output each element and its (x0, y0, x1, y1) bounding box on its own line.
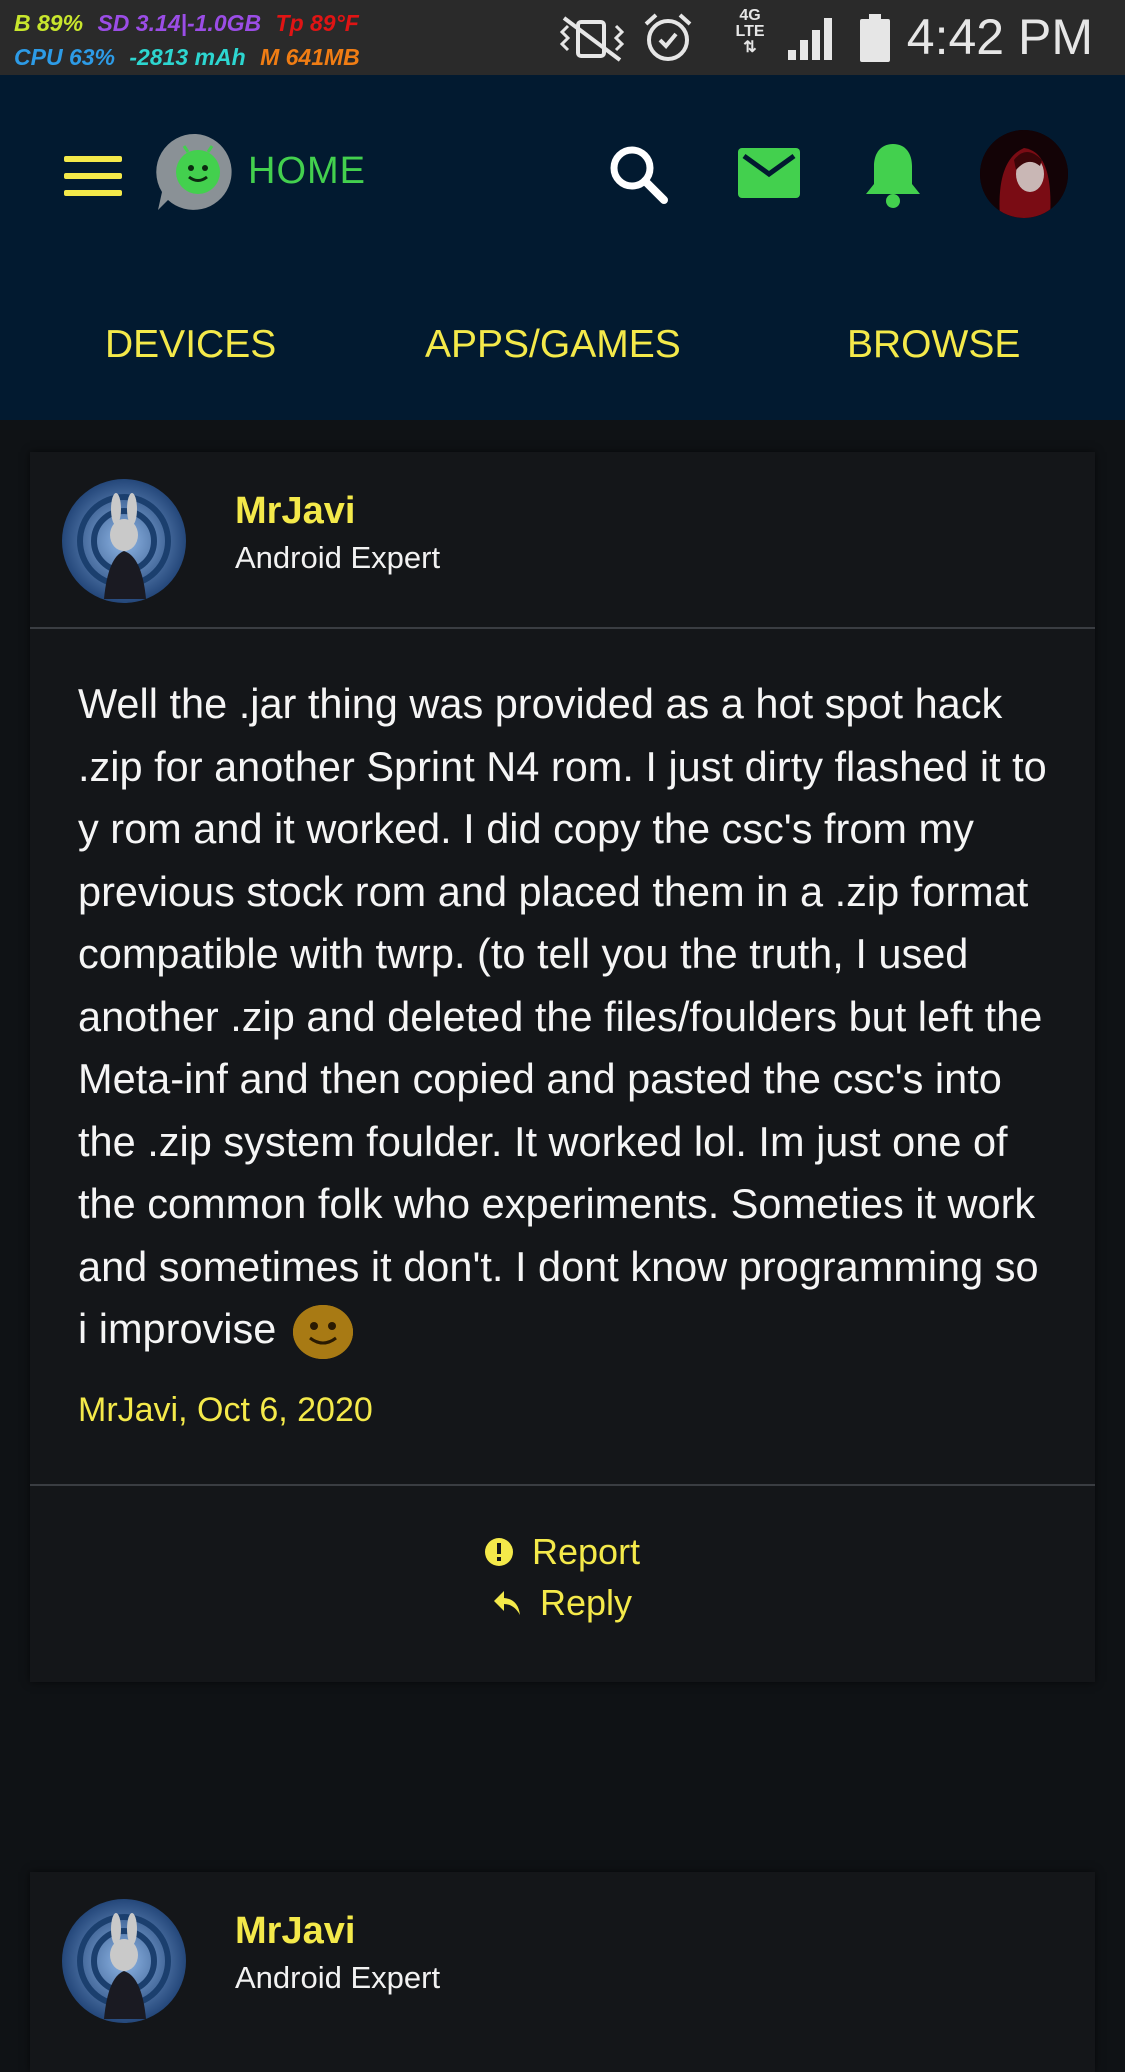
mem-stat: M 641MB (260, 44, 360, 70)
reply-label: Reply (540, 1581, 633, 1623)
signal-icon (788, 18, 832, 60)
smiley-emoji-icon (292, 1305, 353, 1360)
tab-browse[interactable]: BROWSE (847, 323, 1020, 367)
bell-icon[interactable] (862, 140, 924, 210)
author-name[interactable]: MrJavi (235, 490, 355, 533)
forum-logo-icon[interactable] (154, 130, 238, 214)
author-role: Android Expert (235, 540, 441, 575)
post-body: Well the .jar thing was provided as a ho… (30, 629, 1095, 1361)
alarm-icon (644, 13, 692, 61)
reply-arrow-icon (494, 1590, 520, 1615)
battery-icon (860, 14, 890, 62)
report-button[interactable]: Report (484, 1531, 640, 1573)
post-header: MrJavi Android Expert (30, 1872, 1095, 2047)
author-avatar[interactable] (62, 479, 186, 603)
post-header: MrJavi Android Expert (30, 452, 1095, 629)
author-name[interactable]: MrJavi (235, 1910, 355, 1953)
status-bar: B 89% SD 3.14|-1.0GB Tp 89°F CPU 63% -28… (0, 0, 1125, 75)
search-icon[interactable] (606, 142, 670, 206)
alert-icon (485, 1537, 513, 1566)
current-stat: -2813 mAh (129, 44, 246, 70)
mute-vibrate-icon (559, 16, 625, 62)
user-avatar[interactable] (980, 130, 1068, 218)
status-stats-row-1: B 89% SD 3.14|-1.0GB Tp 89°F (14, 10, 367, 37)
sd-stat: SD 3.14|-1.0GB (97, 10, 262, 36)
tab-devices[interactable]: DEVICES (105, 323, 276, 367)
report-label: Report (532, 1530, 641, 1572)
battery-stat: B 89% (14, 10, 84, 36)
cpu-stat: CPU 63% (14, 44, 115, 70)
post-card: MrJavi Android Expert (30, 1872, 1095, 2072)
post-text: Well the .jar thing was provided as a ho… (78, 680, 1047, 1352)
post-card: MrJavi Android Expert Well the .jar thin… (30, 452, 1095, 1682)
temp-stat: Tp 89°F (275, 10, 359, 36)
status-stats-row-2: CPU 63% -2813 mAh M 641MB (14, 44, 368, 71)
author-role: Android Expert (235, 1960, 441, 1995)
reply-button[interactable]: Reply (492, 1582, 632, 1624)
home-link[interactable]: HOME (248, 150, 366, 193)
tab-apps-games[interactable]: APPS/GAMES (425, 323, 681, 367)
post-actions: Report Reply (30, 1483, 1095, 1682)
mail-icon[interactable] (736, 146, 802, 200)
network-4g-lte-icon: 4G LTE ⇅ (735, 7, 765, 56)
clock: 4:42 PM (906, 9, 1093, 65)
post-meta[interactable]: MrJavi, Oct 6, 2020 (30, 1361, 1095, 1484)
menu-icon[interactable] (64, 156, 122, 196)
author-avatar[interactable] (62, 1899, 186, 2023)
app-header (0, 75, 1125, 420)
